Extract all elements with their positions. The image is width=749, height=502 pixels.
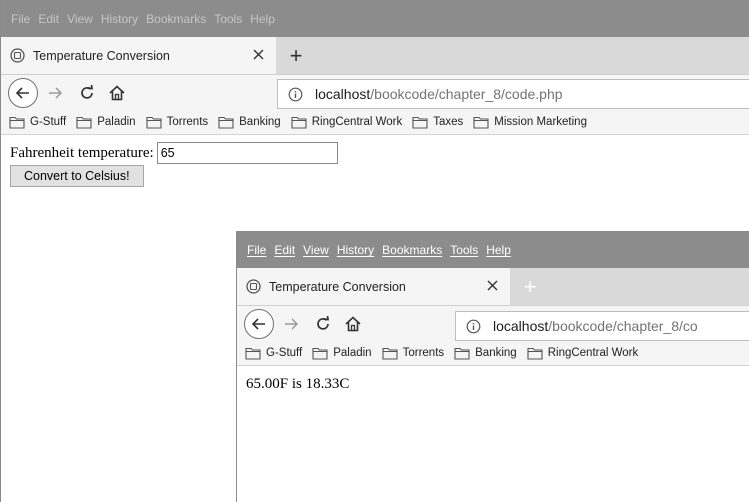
arrow-right-icon: [285, 317, 299, 330]
forward-button[interactable]: [278, 311, 304, 337]
arrow-left-icon: [15, 86, 29, 99]
back-button[interactable]: [244, 308, 274, 339]
folder-icon: [382, 347, 398, 360]
reload-button[interactable]: [310, 311, 336, 337]
new-tab-button[interactable]: +: [516, 268, 544, 305]
menu-bar: File Edit View History Bookmarks Tools H…: [237, 232, 749, 268]
bookmark-ringcentral-work[interactable]: RingCentral Work: [291, 116, 402, 129]
convert-button[interactable]: Convert to Celsius!: [10, 165, 144, 187]
fahrenheit-input[interactable]: [156, 142, 338, 164]
close-icon[interactable]: [484, 277, 501, 294]
menu-bookmarks[interactable]: Bookmarks: [382, 243, 442, 257]
browser-window-result: File Edit View History Bookmarks Tools H…: [236, 231, 749, 502]
menu-bar: File Edit View History Bookmarks Tools H…: [1, 0, 749, 37]
reload-button[interactable]: [74, 80, 100, 106]
page-content: Fahrenheit temperature: Convert to Celsi…: [1, 135, 749, 187]
temperature-form: Fahrenheit temperature:: [10, 142, 749, 164]
menu-file[interactable]: File: [247, 243, 266, 257]
tab-strip: Temperature Conversion +: [1, 37, 749, 74]
url-path: /bookcode/chapter_8/co: [548, 318, 698, 334]
conversion-result: 65.00F is 18.33C: [246, 376, 350, 392]
url-host: localhost: [493, 318, 549, 334]
bookmark-paladin[interactable]: Paladin: [312, 347, 372, 360]
menu-tools[interactable]: Tools: [214, 12, 242, 26]
home-icon: [345, 315, 361, 331]
bookmark-mission-marketing[interactable]: Mission Marketing: [473, 116, 587, 129]
bookmarks-toolbar: G-Stuff Paladin Torrents Banking RingCen…: [237, 341, 749, 366]
forward-button[interactable]: [42, 80, 68, 106]
home-icon: [109, 84, 125, 100]
plus-icon: +: [523, 273, 537, 299]
bookmark-paladin[interactable]: Paladin: [76, 116, 136, 129]
bookmark-torrents[interactable]: Torrents: [382, 347, 444, 360]
arrow-right-icon: [49, 86, 63, 99]
arrow-left-icon: [251, 317, 265, 330]
url-path: /bookcode/chapter_8/code.php: [370, 86, 563, 102]
info-icon[interactable]: [466, 319, 481, 334]
bookmark-g-stuff[interactable]: G-Stuff: [245, 347, 302, 360]
folder-icon: [291, 116, 307, 129]
folder-icon: [312, 347, 328, 360]
bookmark-torrents[interactable]: Torrents: [146, 116, 208, 129]
folder-icon: [9, 116, 25, 129]
bookmark-banking[interactable]: Banking: [218, 116, 281, 129]
menu-bookmarks[interactable]: Bookmarks: [146, 12, 206, 26]
menu-file[interactable]: File: [11, 12, 30, 26]
page-icon: [10, 48, 25, 63]
menu-help[interactable]: Help: [250, 12, 275, 26]
tab-strip: Temperature Conversion +: [237, 268, 749, 305]
menu-edit[interactable]: Edit: [274, 243, 295, 257]
menu-tools[interactable]: Tools: [450, 243, 478, 257]
new-tab-button[interactable]: +: [282, 37, 310, 74]
url-bar[interactable]: localhost/bookcode/chapter_8/co: [455, 311, 749, 341]
home-button[interactable]: [340, 311, 366, 337]
menu-edit[interactable]: Edit: [38, 12, 59, 26]
reload-icon: [81, 84, 93, 99]
menu-view[interactable]: View: [303, 243, 329, 257]
page-icon: [246, 279, 261, 294]
close-icon[interactable]: [250, 46, 267, 63]
info-icon[interactable]: [288, 87, 303, 102]
tab-temperature-conversion[interactable]: Temperature Conversion: [237, 268, 510, 305]
folder-icon: [76, 116, 92, 129]
folder-icon: [218, 116, 234, 129]
bookmark-taxes[interactable]: Taxes: [412, 116, 463, 129]
folder-icon: [473, 116, 489, 129]
url-host: localhost: [315, 86, 371, 102]
bookmark-ringcentral-work[interactable]: RingCentral Work: [527, 347, 638, 360]
fahrenheit-label: Fahrenheit temperature:: [10, 144, 154, 161]
bookmarks-toolbar: G-Stuff Paladin Torrents Banking RingCen…: [1, 110, 749, 135]
folder-icon: [454, 347, 470, 360]
url-bar[interactable]: localhost/bookcode/chapter_8/code.php: [277, 79, 749, 109]
reload-icon: [317, 315, 329, 330]
folder-icon: [146, 116, 162, 129]
bookmark-g-stuff[interactable]: G-Stuff: [9, 116, 66, 129]
menu-history[interactable]: History: [101, 12, 138, 26]
tab-title: Temperature Conversion: [269, 279, 406, 294]
folder-icon: [245, 347, 261, 360]
bookmark-banking[interactable]: Banking: [454, 347, 517, 360]
menu-help[interactable]: Help: [486, 243, 511, 257]
tab-title: Temperature Conversion: [33, 48, 170, 63]
plus-icon: +: [289, 42, 303, 68]
folder-icon: [527, 347, 543, 360]
page-content: 65.00F is 18.33C: [237, 366, 749, 393]
menu-history[interactable]: History: [337, 243, 374, 257]
menu-view[interactable]: View: [67, 12, 93, 26]
back-button[interactable]: [8, 77, 38, 108]
folder-icon: [412, 116, 428, 129]
home-button[interactable]: [104, 80, 130, 106]
tab-temperature-conversion[interactable]: Temperature Conversion: [1, 37, 276, 74]
